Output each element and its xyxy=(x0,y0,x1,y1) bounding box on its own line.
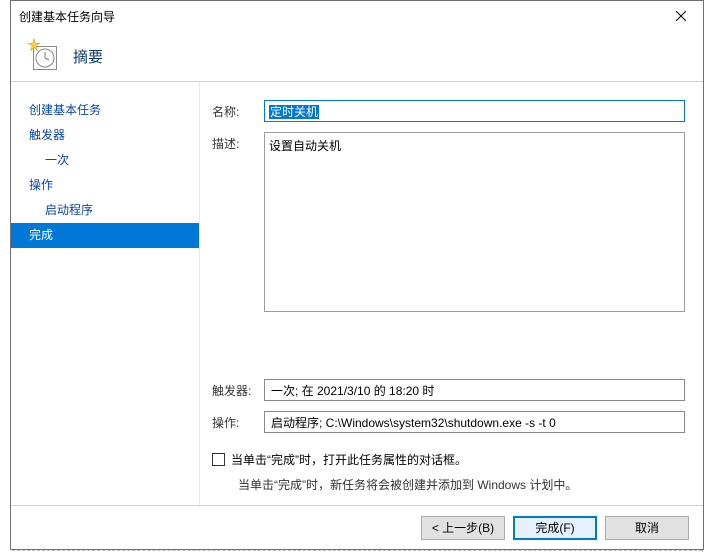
name-label: 名称: xyxy=(212,100,264,120)
sidebar-item-2[interactable]: 一次 xyxy=(11,148,199,173)
wizard-content: 名称: 定时关机 描述: 设置自动关机 触发器: 一次; 在 2021/3/10… xyxy=(199,82,703,505)
sidebar-item-3[interactable]: 操作 xyxy=(11,173,199,198)
finish-info-text: 当单击“完成”时，新任务将会被创建并添加到 Windows 计划中。 xyxy=(212,476,685,493)
page-title: 摘要 xyxy=(73,46,103,67)
action-label: 操作: xyxy=(212,411,264,431)
sidebar-item-4[interactable]: 启动程序 xyxy=(11,198,199,223)
name-input[interactable]: 定时关机 xyxy=(264,100,685,122)
sidebar-item-5: 完成 xyxy=(11,223,199,248)
action-value[interactable]: 启动程序; C:\Windows\system32\shutdown.exe -… xyxy=(264,411,685,433)
wizard-icon xyxy=(27,40,59,72)
trigger-value[interactable]: 一次; 在 2021/3/10 的 18:20 时 xyxy=(264,379,685,401)
wizard-dialog: 创建基本任务向导 摘要 创建基本任务触发器一次操作启动程序完成 xyxy=(10,0,704,550)
trigger-label: 触发器: xyxy=(212,379,264,399)
open-properties-label: 当单击“完成”时，打开此任务属性的对话框。 xyxy=(231,451,467,468)
sidebar-item-0[interactable]: 创建基本任务 xyxy=(11,98,199,123)
wizard-body: 创建基本任务触发器一次操作启动程序完成 名称: 定时关机 描述: 设置自动关机 … xyxy=(11,82,703,505)
bottom-docking-guide xyxy=(12,550,702,554)
wizard-sidebar: 创建基本任务触发器一次操作启动程序完成 xyxy=(11,82,199,505)
finish-button[interactable]: 完成(F) xyxy=(513,516,597,540)
sidebar-item-1[interactable]: 触发器 xyxy=(11,123,199,148)
wizard-header: 摘要 xyxy=(11,31,703,81)
back-button[interactable]: < 上一步(B) xyxy=(421,516,505,540)
open-properties-checkbox-row[interactable]: 当单击“完成”时，打开此任务属性的对话框。 xyxy=(212,451,685,468)
star-icon xyxy=(27,38,41,52)
wizard-footer: < 上一步(B) 完成(F) 取消 xyxy=(11,505,703,549)
open-properties-checkbox[interactable] xyxy=(212,453,225,466)
titlebar: 创建基本任务向导 xyxy=(11,1,703,31)
cancel-button[interactable]: 取消 xyxy=(605,516,689,540)
description-textarea[interactable]: 设置自动关机 xyxy=(264,132,685,312)
close-button[interactable] xyxy=(659,1,703,31)
desc-label: 描述: xyxy=(212,132,264,152)
window-title: 创建基本任务向导 xyxy=(19,8,115,25)
close-icon xyxy=(676,11,686,21)
